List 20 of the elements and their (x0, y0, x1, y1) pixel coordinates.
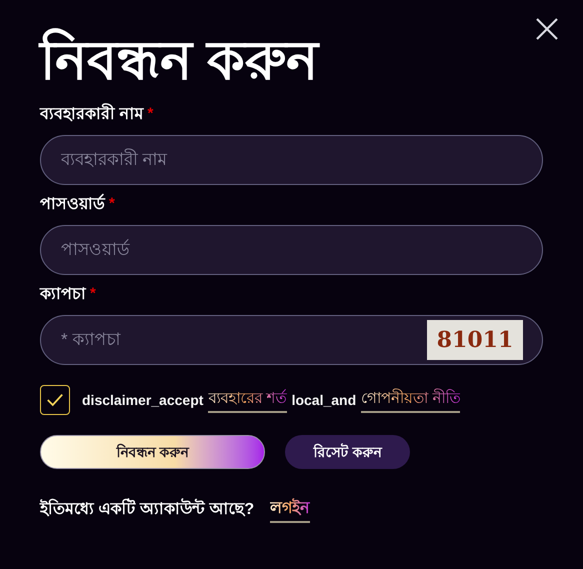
register-button[interactable]: নিবন্ধন করুন (40, 435, 265, 470)
required-mark: * (109, 194, 115, 214)
captcha-image[interactable]: 81011 (427, 320, 523, 360)
required-mark: * (147, 104, 154, 124)
terms-link[interactable]: গোপনীয়তা নীতি (361, 388, 460, 413)
input-field[interactable]: ব্যবহারকারী নাম (40, 135, 543, 186)
footer-text: ইতিমধ্যে একটি অ্যাকাউন্ট আছে? (40, 498, 254, 522)
login-link[interactable]: লগইন (270, 497, 310, 524)
input-field[interactable]: পাসওয়ার্ড (40, 225, 543, 276)
terms-link[interactable]: ব্যবহারের শর্ত (208, 388, 287, 413)
field-label: ব্যবহারকারী নাম (40, 103, 144, 128)
field-label: পাসওয়ার্ড (40, 193, 105, 218)
close-icon (535, 17, 559, 41)
agreement-text: local_and (292, 390, 356, 410)
checkbox[interactable] (40, 385, 70, 416)
close-button[interactable] (535, 16, 561, 42)
field-label: ক্যাপচা (40, 285, 86, 306)
agreement-text: disclaimer_accept (82, 390, 204, 410)
reset-button[interactable]: রিসেট করুন (285, 435, 410, 470)
required-mark: * (90, 284, 96, 304)
